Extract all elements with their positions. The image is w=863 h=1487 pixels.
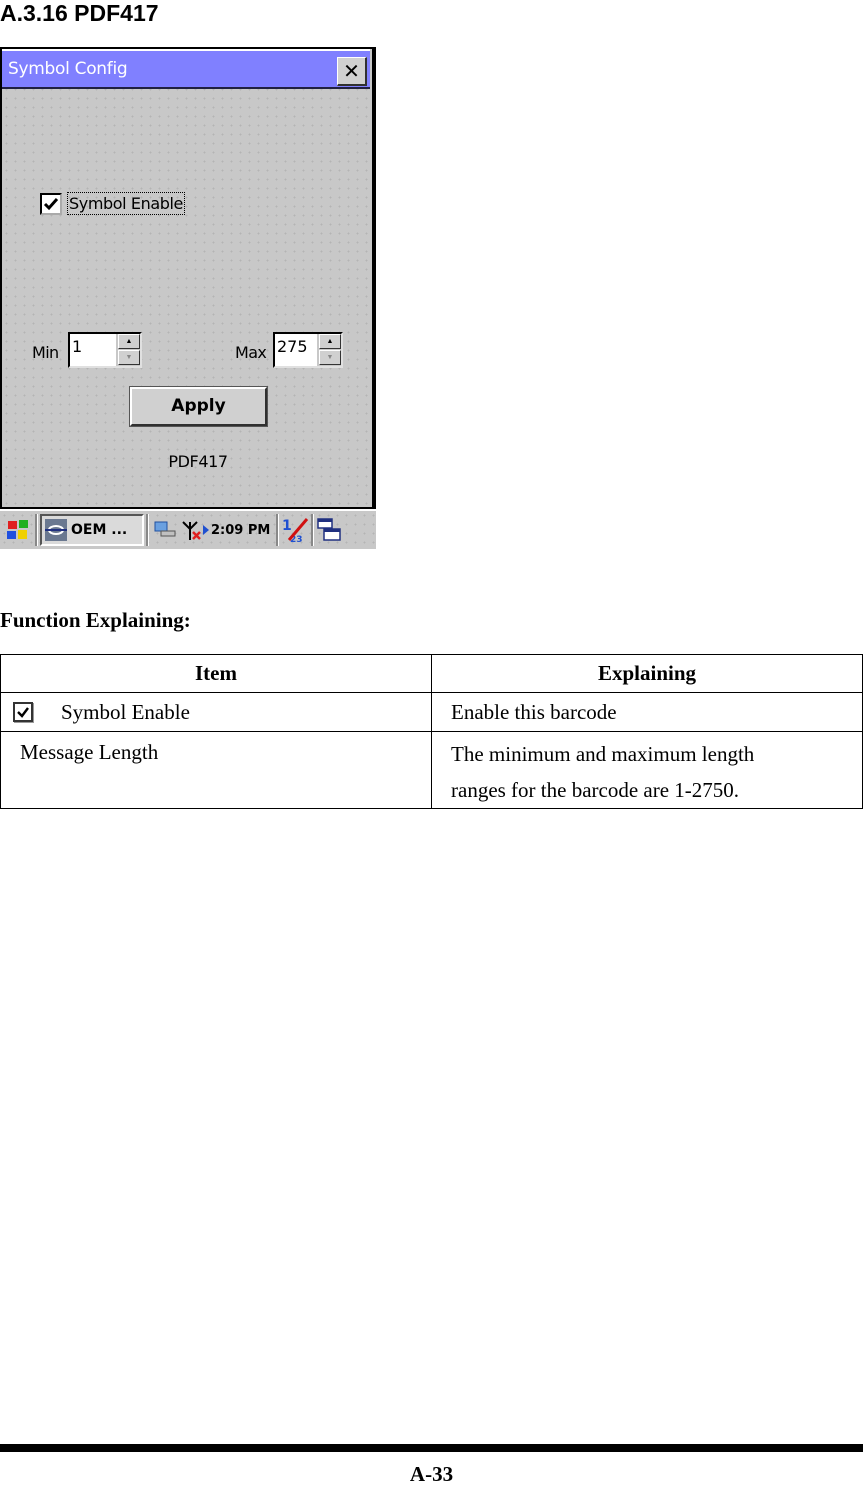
- item-label: Symbol Enable: [61, 699, 190, 724]
- max-decrement-button[interactable]: ▼: [319, 350, 341, 365]
- oem-app-icon: [45, 519, 67, 541]
- taskbar-separator: [311, 514, 315, 546]
- taskbar-separator: [276, 514, 280, 546]
- max-spinner: ▲ ▼: [317, 332, 343, 368]
- taskbar-separator: [146, 514, 149, 546]
- explaining-cell: Enable this barcode: [431, 692, 863, 732]
- system-tray: 2:09 PM: [153, 518, 270, 542]
- item-cell: Symbol Enable: [0, 692, 432, 732]
- close-icon: ✕: [343, 59, 360, 83]
- windows-start-icon: [7, 520, 28, 539]
- min-label: Min: [32, 343, 59, 362]
- max-label: Max: [235, 343, 267, 362]
- max-increment-button[interactable]: ▲: [319, 334, 341, 349]
- checkbox-icon: [13, 702, 33, 722]
- symbol-enable-checkbox[interactable]: [40, 192, 62, 215]
- network-icon[interactable]: [153, 519, 179, 541]
- max-input[interactable]: 275: [273, 332, 317, 368]
- apply-button[interactable]: Apply: [129, 386, 268, 427]
- symbol-enable-label[interactable]: Symbol Enable: [67, 192, 185, 215]
- start-button[interactable]: [3, 514, 33, 546]
- min-spinner: ▲ ▼: [116, 332, 142, 368]
- checkmark-icon: [43, 197, 59, 210]
- title-bar: Symbol Config ✕: [2, 49, 370, 89]
- header-explaining: Explaining: [431, 654, 863, 693]
- explaining-cell: The minimum and maximum length ranges fo…: [431, 731, 863, 809]
- explaining-line: The minimum and maximum length: [451, 742, 755, 766]
- footer-rule: [0, 1444, 863, 1452]
- taskbar-separator: [35, 514, 38, 546]
- table-row: Message Length The minimum and maximum l…: [0, 731, 863, 809]
- table-row: Symbol Enable Enable this barcode: [0, 692, 863, 732]
- item-cell: Message Length: [0, 731, 432, 809]
- min-decrement-button[interactable]: ▼: [118, 350, 140, 365]
- symbol-config-window: Symbol Config ✕ Symbol Enable Min 1 ▲ ▼ …: [2, 49, 374, 507]
- window-title: Symbol Config: [8, 59, 128, 79]
- explaining-line: ranges for the barcode are 1-2750.: [451, 778, 740, 802]
- symbology-name: PDF417: [168, 452, 228, 471]
- input-panel-icon[interactable]: 1 23: [281, 516, 309, 544]
- svg-text:1: 1: [282, 518, 292, 534]
- antenna-disconnected-icon[interactable]: [179, 518, 203, 542]
- switch-windows-icon[interactable]: [316, 517, 342, 543]
- section-title: A.3.16 PDF417: [0, 0, 159, 26]
- function-explaining-table: Item Explaining Symbol Enable Enable thi…: [0, 654, 863, 809]
- symbol-enable-checkbox-group[interactable]: Symbol Enable: [40, 192, 185, 215]
- device-screenshot: Symbol Config ✕ Symbol Enable Min 1 ▲ ▼ …: [0, 47, 376, 549]
- clock[interactable]: 2:09 PM: [211, 523, 270, 538]
- tray-expand-arrow-icon[interactable]: [203, 525, 209, 535]
- function-explaining-heading: Function Explaining:: [0, 608, 191, 632]
- close-button[interactable]: ✕: [337, 57, 367, 86]
- min-input[interactable]: 1: [68, 332, 116, 368]
- taskbar-task-label: OEM ...: [71, 522, 128, 538]
- header-item: Item: [0, 654, 432, 693]
- taskbar: OEM ... 2:09 PM 1 23: [0, 509, 376, 549]
- min-increment-button[interactable]: ▲: [118, 334, 140, 349]
- page-number: A-33: [409, 1462, 454, 1486]
- table-header-row: Item Explaining: [0, 654, 863, 693]
- taskbar-task-oem[interactable]: OEM ...: [40, 514, 144, 546]
